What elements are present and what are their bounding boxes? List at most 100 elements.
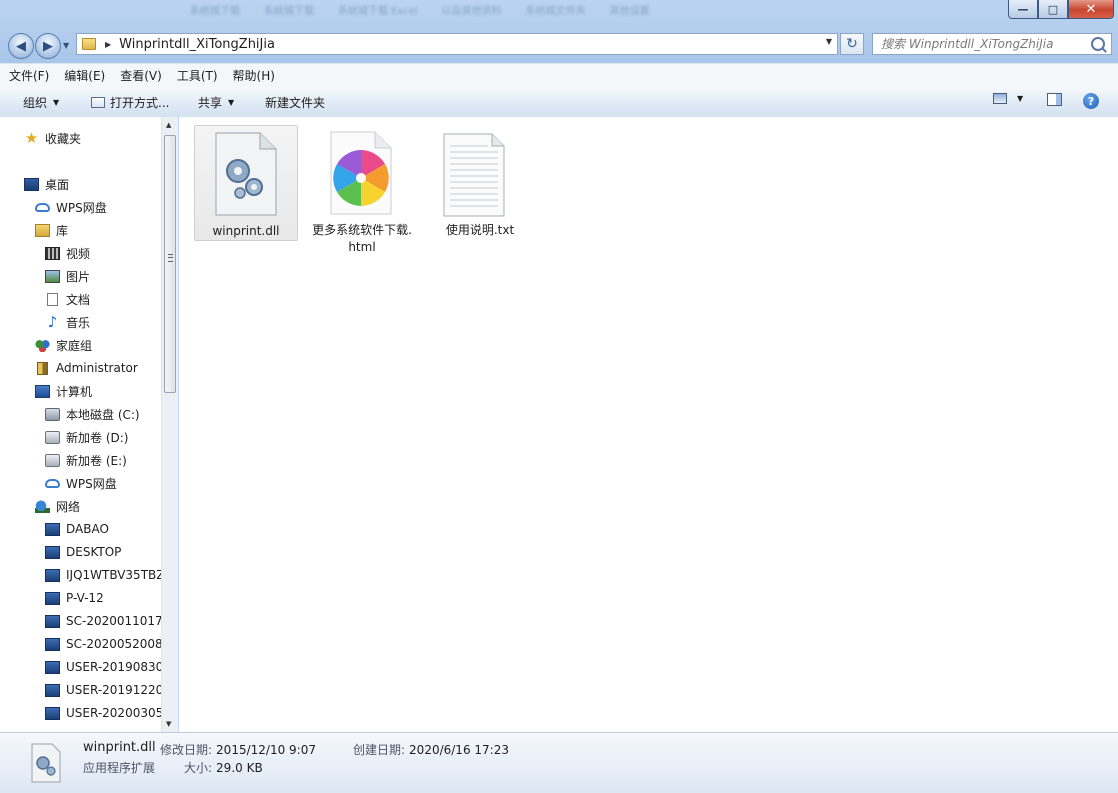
sidebar-item-drive-e[interactable]: 新加卷 (E:) (45, 450, 127, 470)
sidebar-item-network-pc[interactable]: P-V-12 (45, 588, 104, 608)
sidebar-item-drive-c[interactable]: 本地磁盘 (C:) (45, 404, 140, 424)
share-label: 共享 (198, 96, 223, 110)
sidebar-item-music[interactable]: ♪ 音乐 (45, 312, 90, 332)
address-dropdown-icon[interactable]: ▼ (826, 37, 832, 46)
sidebar-item-administrator[interactable]: Administrator (35, 358, 138, 378)
sidebar-item-label: 家庭组 (56, 338, 93, 353)
new-folder-button[interactable]: 新建文件夹 (265, 94, 325, 111)
menu-tools[interactable]: 工具(T) (171, 67, 224, 84)
navigation-scrollbar[interactable]: ▲ ▼ (161, 117, 178, 732)
modified-date-label: 修改日期: (160, 743, 213, 757)
menu-file[interactable]: 文件(F) (3, 67, 55, 84)
network-computer-icon (45, 683, 60, 697)
sidebar-item-homegroup[interactable]: 家庭组 (35, 335, 92, 355)
new-folder-label: 新建文件夹 (265, 96, 326, 110)
title-bar[interactable]: 系统城下载 系统城下载 系统城下载 Excel 以及其他资料 系统城文件夹 其他设置 — … (0, 0, 1118, 26)
help-button[interactable]: ? (1083, 93, 1099, 109)
preview-pane-button[interactable] (1047, 93, 1062, 106)
file-item-txt[interactable]: 使用说明.txt (428, 125, 532, 241)
navigation-row: ◀ ▶ ▼ ▶ Winprintdll_XiTongZhiJia ▼ ↻ (0, 30, 1118, 60)
created-date: 创建日期: 2020/6/16 17:23 (353, 741, 509, 758)
maximize-button[interactable]: □ (1038, 0, 1068, 19)
sidebar-item-computer[interactable]: 计算机 (35, 381, 92, 401)
sidebar-item-favorites[interactable]: ★ 收藏夹 (24, 128, 81, 148)
search-icon[interactable] (1091, 37, 1105, 51)
file-name: 更多系统软件下载.html (312, 223, 412, 254)
sidebar-item-label: Administrator (56, 361, 138, 375)
share-button[interactable]: 共享 ▼ (198, 94, 234, 111)
sidebar-item-desktop[interactable]: 桌面 (24, 174, 69, 194)
library-icon (35, 223, 50, 237)
recent-pages-dropdown[interactable]: ▼ (63, 41, 69, 50)
close-button[interactable]: ✕ (1068, 0, 1114, 19)
sidebar-item-label: USER-20191220I (66, 683, 161, 697)
sidebar-item-wps-cloud[interactable]: WPS网盘 (35, 197, 107, 217)
cloud-icon (45, 478, 60, 488)
sidebar-item-pictures[interactable]: 图片 (45, 266, 90, 286)
open-with-label: 打开方式... (110, 96, 170, 110)
scrollbar-thumb[interactable] (164, 135, 176, 393)
search-box[interactable] (872, 33, 1112, 55)
command-bar: 组织 ▼ 打开方式... 共享 ▼ 新建文件夹 ▼ ? (0, 87, 1118, 118)
sidebar-item-library[interactable]: 库 (35, 220, 68, 240)
selected-file-type: 应用程序扩展 (83, 761, 156, 775)
network-icon (35, 499, 50, 513)
sidebar-item-video[interactable]: 视频 (45, 243, 90, 263)
sidebar-item-drive-d[interactable]: 新加卷 (D:) (45, 427, 128, 447)
sidebar-item-network-pc[interactable]: USER-20190830I (45, 657, 161, 677)
file-list[interactable]: winprint.dll 更多系统软件下载.html 使用说明.txt (179, 117, 1118, 732)
network-computer-icon (45, 568, 60, 582)
file-item-dll[interactable]: winprint.dll (194, 125, 298, 241)
menu-edit[interactable]: 编辑(E) (58, 67, 111, 84)
breadcrumb-path[interactable]: Winprintdll_XiTongZhiJia (119, 37, 275, 52)
sidebar-item-label: DESKTOP (66, 545, 122, 559)
chevron-down-icon[interactable]: ▼ (1017, 94, 1023, 103)
sidebar-item-label: USER-20200305I (66, 706, 161, 720)
sidebar-item-network-pc[interactable]: SC-20200520083 (45, 634, 161, 654)
refresh-button[interactable]: ↻ (840, 33, 864, 55)
search-input[interactable] (879, 36, 1089, 52)
sidebar-item-label: WPS网盘 (56, 200, 107, 215)
sidebar-item-network-pc[interactable]: DESKTOP (45, 542, 121, 562)
sidebar-item-label: 新加卷 (D:) (66, 430, 129, 445)
back-button[interactable]: ◀ (8, 33, 34, 59)
sidebar-item-wps-cloud-2[interactable]: WPS网盘 (45, 473, 117, 493)
address-bar[interactable]: ▶ Winprintdll_XiTongZhiJia ▼ (76, 33, 838, 55)
sidebar-item-documents[interactable]: 文档 (45, 289, 90, 309)
homegroup-icon (35, 338, 50, 352)
sidebar-item-network-pc[interactable]: USER-20200305I (45, 703, 161, 723)
breadcrumb-arrow-icon[interactable]: ▶ (105, 40, 111, 49)
sidebar-item-label: 文档 (66, 292, 91, 307)
details-pane: winprint.dll 应用程序扩展 修改日期: 2015/12/10 9:07… (0, 732, 1118, 793)
file-name: 使用说明.txt (445, 223, 515, 237)
star-icon: ★ (24, 128, 39, 147)
forward-button[interactable]: ▶ (35, 33, 61, 59)
scroll-up-arrow-icon[interactable]: ▲ (166, 121, 171, 129)
network-computer-icon (45, 545, 60, 559)
sidebar-item-label: 图片 (66, 269, 91, 284)
minimize-button[interactable]: — (1008, 0, 1038, 19)
scroll-down-arrow-icon[interactable]: ▼ (166, 720, 171, 728)
change-view-button[interactable]: ▼ (993, 93, 1023, 104)
sidebar-item-network[interactable]: 网络 (35, 496, 80, 516)
open-with-button[interactable]: 打开方式... (91, 94, 169, 111)
file-name: winprint.dll (212, 224, 280, 238)
menu-help[interactable]: 帮助(H) (227, 67, 281, 84)
html-file-icon (330, 131, 392, 215)
file-item-html[interactable]: 更多系统软件下载.html (310, 125, 414, 257)
folder-icon (82, 38, 96, 50)
grip-icon (168, 254, 173, 262)
sidebar-item-network-pc[interactable]: DABAO (45, 519, 109, 539)
network-computer-icon (45, 591, 60, 605)
user-folder-icon (37, 361, 48, 375)
sidebar-item-network-pc[interactable]: USER-20191220I (45, 680, 161, 700)
sidebar-item-network-pc[interactable]: SC-20200110174 (45, 611, 161, 631)
chevron-down-icon: ▼ (53, 98, 60, 107)
sidebar-item-label: DABAO (66, 522, 109, 536)
sidebar-item-network-pc[interactable]: IJQ1WTBV35TBZ (45, 565, 161, 585)
menu-view[interactable]: 查看(V) (114, 67, 168, 84)
modified-date-value: 2015/12/10 9:07 (216, 743, 316, 757)
computer-icon (35, 384, 50, 398)
network-computer-icon (45, 637, 60, 651)
organize-button[interactable]: 组织 ▼ (23, 94, 59, 111)
